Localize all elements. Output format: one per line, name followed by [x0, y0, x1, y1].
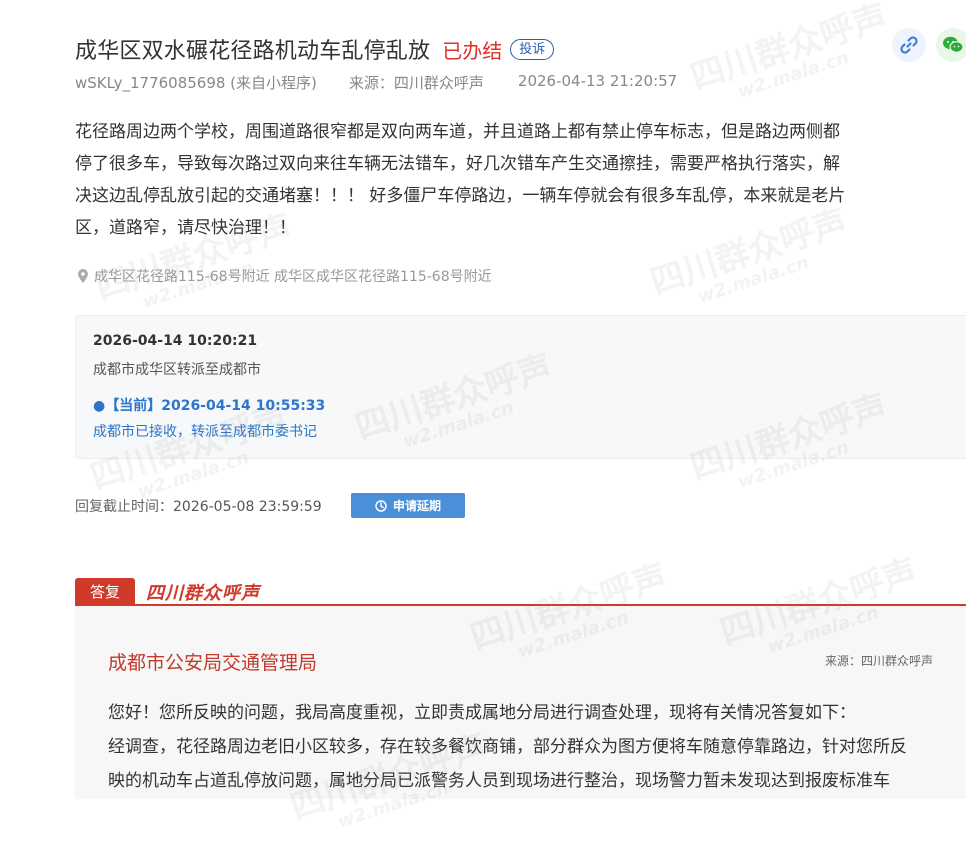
reply-logo: 四川群众呼声 [146, 582, 260, 604]
deadline-value: 2026-05-08 23:59:59 [173, 499, 322, 515]
progress-text: 成都市成华区转派至成都市 [93, 362, 261, 378]
complaint-meta: wSKLy_1776085698 (来自小程序) 来源：四川群众呼声 2026-… [75, 72, 677, 93]
author: wSKLy_1776085698 (来自小程序) [75, 74, 317, 92]
link-icon [900, 36, 918, 54]
watermark: 四川群众呼声w2.mala.cn [685, 0, 893, 103]
complaint-title: 成华区双水碾花径路机动车乱停乱放 [75, 39, 431, 64]
reply-line: 经调查，花径路周边老旧小区较多，存在较多餐饮商铺，部分群众为图方便将车随意停靠路… [108, 737, 907, 757]
share-wechat-button[interactable] [936, 28, 966, 62]
location: 成华区花径路115-68号附近 成华区成华区花径路115-68号附近 [78, 266, 492, 286]
complaint-header: 成华区双水碾花径路机动车乱停乱放 已办结 投诉 [75, 30, 555, 68]
progress-current-text: 成都市已接收，转派至成都市委书记 [93, 424, 317, 440]
post-time: 2026-04-13 21:20:57 [517, 72, 678, 90]
reply-department: 成都市公安局交通管理局 [108, 652, 318, 674]
deadline-label: 回复截止时间： [75, 499, 173, 515]
status-label: 已办结 [442, 38, 503, 63]
reply-body: 您好！您所反映的问题，我局高度重视，立即责成属地分局进行调查处理，现将有关情况答… [108, 696, 958, 798]
progress-timeline: 2026-04-14 10:20:21 成都市成华区转派至成都市 ●【当前】20… [75, 315, 966, 459]
clock-icon [375, 499, 387, 512]
reply-source: 来源：四川群众呼声 [825, 654, 934, 668]
location-text: 成华区花径路115-68号附近 成华区成华区花径路115-68号附近 [94, 269, 492, 285]
body-line: 区，道路窄，请尽快治理！！ [75, 218, 296, 238]
complaint-body: 花径路周边两个学校，周围道路很窄都是双向两车道，并且道路上都有禁止停车标志，但是… [75, 116, 966, 244]
reply-deadline: 回复截止时间：2026-05-08 23:59:59 [75, 496, 322, 516]
body-line: 决这边乱停乱放引起的交通堵塞！！！ 好多僵尸车停路边，一辆车停就会有很多车乱停，… [75, 186, 846, 206]
share-link-button[interactable] [892, 28, 926, 62]
reply-line: 映的机动车占道乱停放问题，属地分局已派警务人员到现场进行整治，现场警力暂未发现达… [108, 771, 890, 791]
body-line: 停了很多车，导致每次路过双向来往车辆无法错车，好几次错车产生交通擦挂，需要严格执… [75, 154, 840, 174]
wechat-icon [943, 36, 964, 53]
progress-date: 2026-04-14 10:20:21 [93, 333, 258, 349]
extend-label: 申请延期 [392, 499, 441, 513]
type-badge: 投诉 [510, 38, 555, 60]
body-line: 花径路周边两个学校，周围道路很窄都是双向两车道，并且道路上都有禁止停车标志，但是… [75, 122, 840, 142]
apply-extension-button[interactable]: 申请延期 [351, 493, 465, 518]
source: 来源：四川群众呼声 [348, 74, 484, 92]
reply-tag: 答复 [75, 578, 135, 605]
reply-line: 您好！您所反映的问题，我局高度重视，立即责成属地分局进行调查处理，现将有关情况答… [108, 703, 856, 723]
location-pin-icon [78, 269, 88, 283]
progress-current-date: ●【当前】2026-04-14 10:55:33 [93, 398, 326, 414]
